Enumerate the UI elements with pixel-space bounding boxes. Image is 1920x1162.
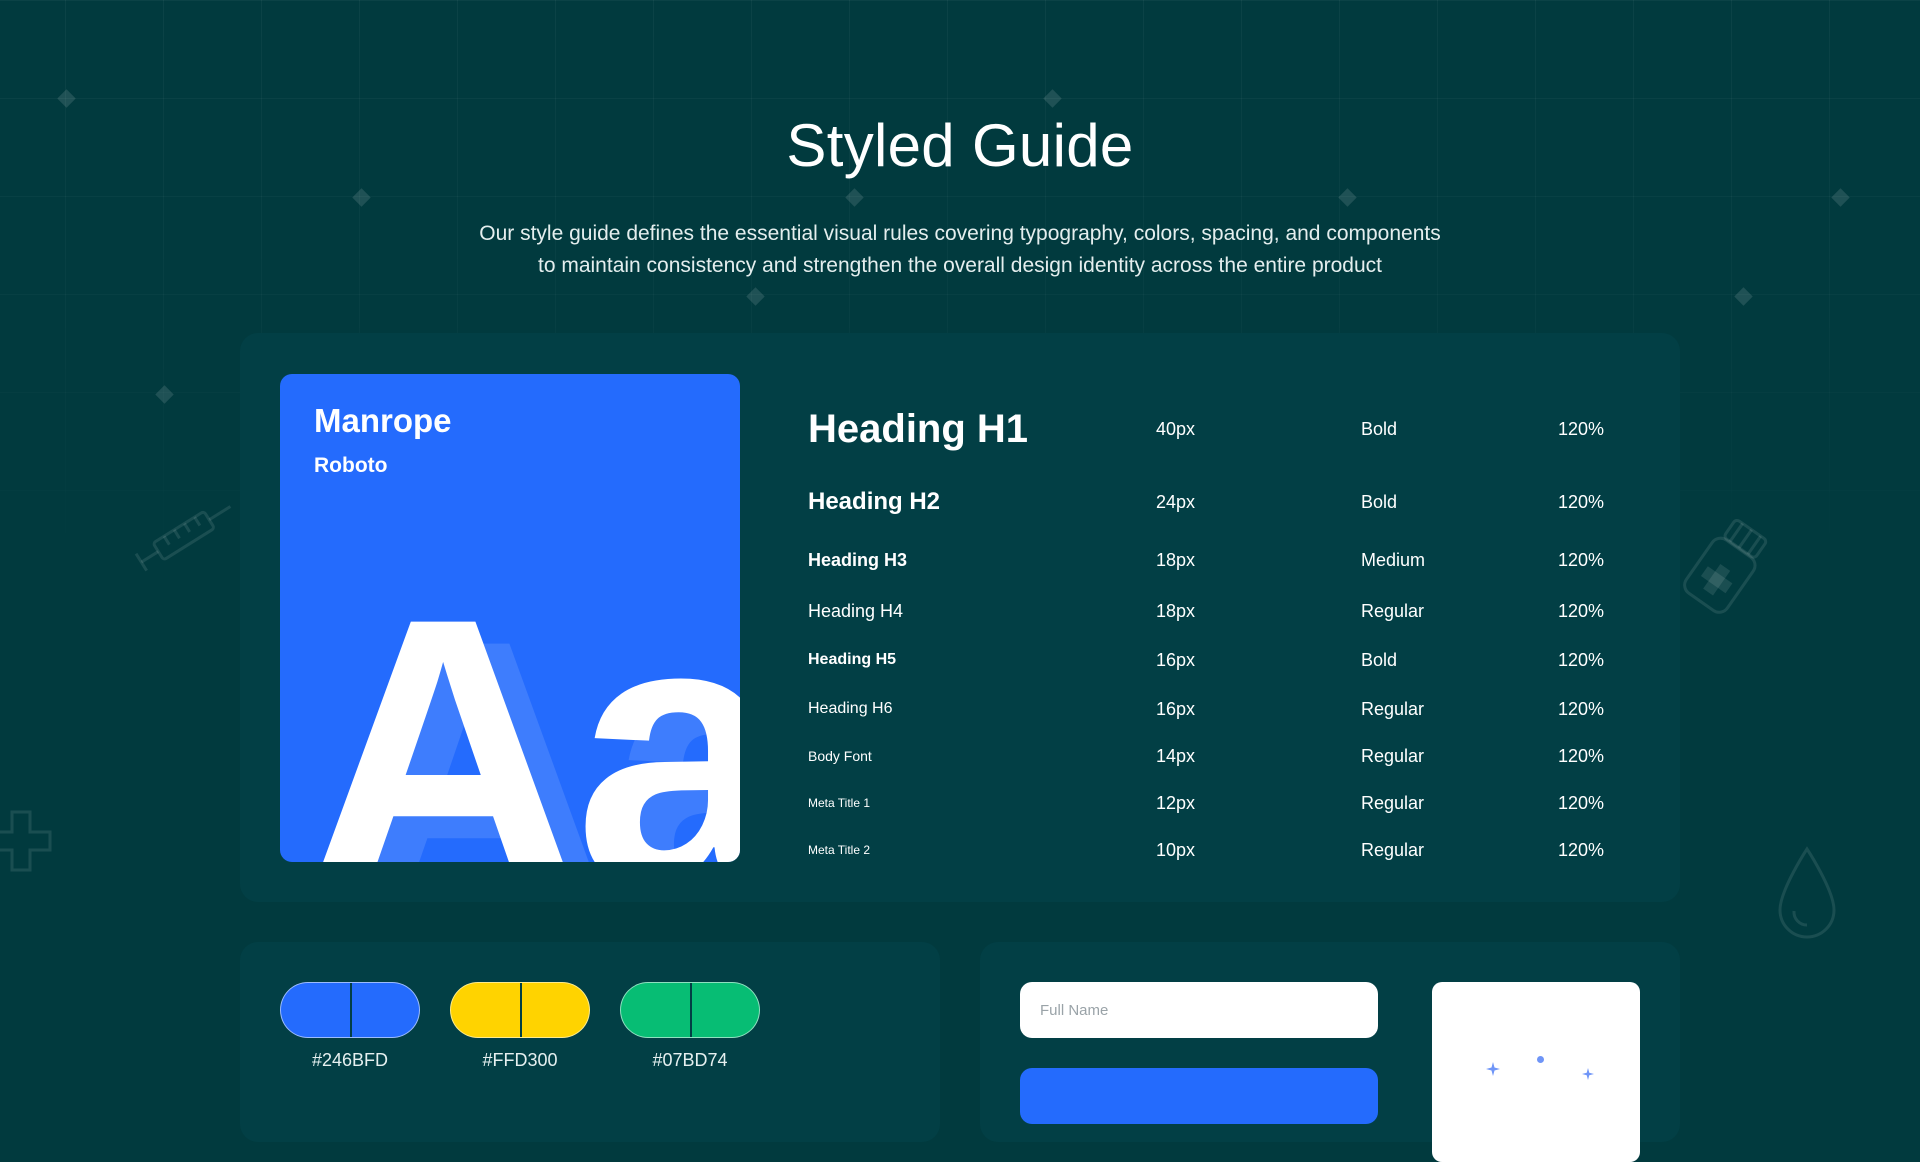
font-preview: Manrope Roboto Aa Aa: [280, 374, 740, 862]
type-row: Heading H6 16px Regular 120%: [808, 689, 1648, 729]
style-name: Meta Title 1: [808, 796, 871, 810]
color-hex-label: #FFD300: [482, 1050, 558, 1070]
dot-decoration: [1537, 1056, 1544, 1063]
type-row: Heading H4 18px Regular 120%: [808, 591, 1648, 631]
primary-font-name: Manrope: [314, 402, 452, 439]
color-pill: [450, 982, 590, 1038]
secondary-font-name: Roboto: [314, 454, 388, 477]
color-hex-label: #07BD74: [652, 1050, 728, 1070]
components-card: [980, 942, 1680, 1162]
style-size: 16px: [1156, 698, 1196, 719]
style-size: 40px: [1156, 418, 1196, 439]
style-line-height: 120%: [1558, 491, 1605, 512]
style-line-height: 120%: [1558, 649, 1605, 670]
style-name: Heading H4: [808, 600, 904, 621]
style-weight: Regular: [1361, 600, 1425, 621]
subtitle-line-2: to maintain consistency and strengthen t…: [538, 254, 1382, 277]
color-pill: [620, 982, 760, 1038]
style-line-height: 120%: [1558, 745, 1605, 766]
style-size: 12px: [1156, 792, 1196, 813]
style-weight: Bold: [1361, 418, 1398, 439]
page-header: Styled Guide Our style guide defines the…: [0, 108, 1920, 282]
medicine-bottle-icon: [1683, 518, 1768, 614]
style-name: Body Font: [808, 748, 872, 764]
sparkle-icon: [1582, 1068, 1594, 1080]
type-row: Heading H5 16px Bold 120%: [808, 640, 1648, 680]
plus-icon: [0, 810, 52, 872]
page-title: Styled Guide: [786, 112, 1134, 179]
style-size: 24px: [1156, 491, 1196, 512]
color-swatch: #07BD74: [620, 982, 760, 1071]
style-weight: Regular: [1361, 745, 1425, 766]
style-size: 14px: [1156, 745, 1196, 766]
type-row: Heading H1 40px Bold 120%: [808, 406, 1648, 451]
style-weight: Bold: [1361, 649, 1398, 670]
style-weight: Bold: [1361, 491, 1398, 512]
style-size: 16px: [1156, 649, 1196, 670]
illustration-panel: [1432, 982, 1640, 1162]
color-hex-label: #246BFD: [311, 1050, 389, 1070]
style-line-height: 120%: [1558, 549, 1605, 570]
style-name: Heading H6: [808, 700, 893, 717]
glyph-sample: Aa: [306, 539, 740, 863]
primary-button[interactable]: [1020, 1068, 1378, 1124]
color-pill: [280, 982, 420, 1038]
type-row: Meta Title 2 10px Regular 120%: [808, 830, 1648, 870]
style-size: 10px: [1156, 839, 1196, 860]
sparkle-icon: [1486, 1062, 1500, 1076]
page-subtitle: Our style guide defines the essential vi…: [410, 218, 1510, 282]
style-line-height: 120%: [1558, 600, 1605, 621]
style-weight: Medium: [1361, 549, 1426, 570]
color-swatch: #FFD300: [450, 982, 590, 1071]
style-name: Heading H3: [808, 549, 908, 570]
colors-card: #246BFD #FFD300 #07BD74: [240, 942, 940, 1142]
type-scale-table: Heading H1 40px Bold 120% Heading H2 24p…: [808, 333, 1648, 902]
style-size: 18px: [1156, 600, 1196, 621]
style-weight: Regular: [1361, 698, 1425, 719]
style-line-height: 120%: [1558, 792, 1605, 813]
type-row: Body Font 14px Regular 120%: [808, 736, 1648, 776]
style-line-height: 120%: [1558, 418, 1605, 439]
style-name: Heading H2: [808, 488, 941, 515]
typography-card: Manrope Roboto Aa Aa Heading H1 40px Bol…: [240, 333, 1680, 902]
style-name: Heading H1: [808, 406, 1029, 451]
style-weight: Regular: [1361, 839, 1425, 860]
type-row: Heading H3 18px Medium 120%: [808, 540, 1648, 580]
color-swatch: #246BFD: [280, 982, 420, 1071]
syringe-icon: [134, 505, 232, 572]
subtitle-line-1: Our style guide defines the essential vi…: [479, 222, 1441, 245]
type-row: Heading H2 24px Bold 120%: [808, 482, 1648, 522]
style-line-height: 120%: [1558, 839, 1605, 860]
full-name-input[interactable]: [1020, 982, 1378, 1038]
type-row: Meta Title 1 12px Regular 120%: [808, 783, 1648, 823]
style-line-height: 120%: [1558, 698, 1605, 719]
style-weight: Regular: [1361, 792, 1425, 813]
drop-icon: [1778, 846, 1836, 939]
style-name: Meta Title 2: [808, 843, 871, 857]
style-size: 18px: [1156, 549, 1196, 570]
style-name: Heading H5: [808, 651, 897, 668]
